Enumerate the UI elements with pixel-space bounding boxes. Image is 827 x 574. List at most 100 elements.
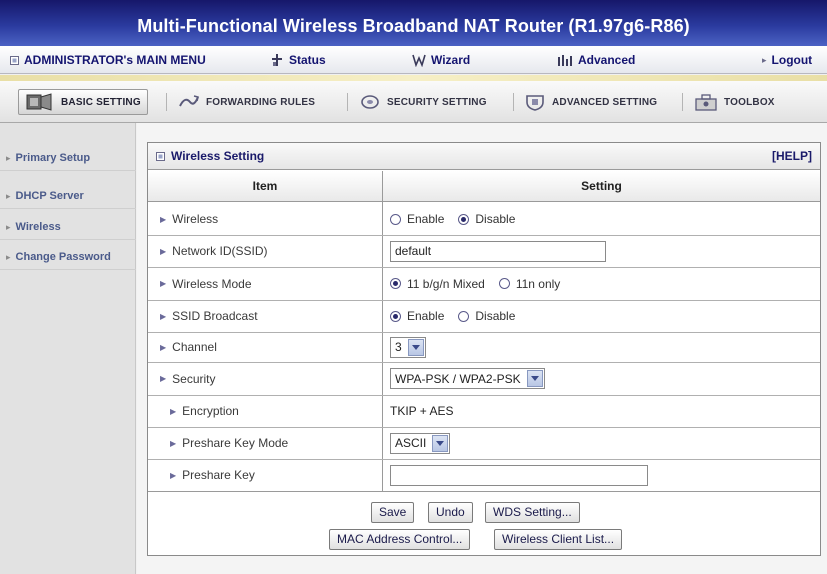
broadcast-enable-radio[interactable] (390, 310, 401, 322)
panel-title-text: Wireless Setting (171, 149, 265, 163)
ssid-input[interactable]: default (390, 240, 606, 262)
row-arrow-icon: ▶ (160, 374, 167, 383)
admin-main-menu-link[interactable]: ADMINISTRATOR's MAIN MENU (10, 46, 206, 74)
column-header-setting: Setting (383, 171, 820, 202)
wds-setting-button[interactable]: WDS Setting... (485, 502, 580, 523)
square-bullet-icon (10, 55, 19, 65)
wireless-mode-group: 11 b/g/n Mixed 11n only (390, 267, 810, 300)
row-label: Security (172, 371, 216, 386)
radio-label: 11 b/g/n Mixed (407, 276, 485, 291)
radio-label: Enable (407, 212, 445, 226)
sidebar-item-change-password[interactable]: ▸ Change Password (0, 245, 136, 270)
wizard-link[interactable]: Wizard (412, 46, 470, 74)
logout-link[interactable]: ▸ Logout (762, 46, 812, 74)
row-arrow-icon: ▶ (160, 246, 167, 256)
help-link[interactable]: [HELP] (772, 143, 812, 170)
mode-mixed-radio[interactable] (390, 278, 401, 289)
preshare-key-input[interactable] (390, 464, 648, 486)
radio-label: Enable (407, 309, 445, 323)
row-arrow-icon: ▶ (160, 279, 167, 288)
tab-row: BASIC SETTING FORWARDING RULES SECURITY … (0, 81, 827, 123)
select-value: ASCII (395, 436, 427, 450)
advanced-icon (558, 55, 572, 66)
row-label: Wireless Mode (172, 276, 252, 291)
radio-label: Disable (475, 309, 516, 323)
tab-divider (682, 93, 683, 111)
table-row-label-preshare-key: ▶ Preshare Key (148, 459, 382, 491)
logout-arrow-icon: ▸ (762, 55, 767, 65)
row-arrow-icon: ▶ (160, 311, 167, 321)
security-select[interactable]: WPA-PSK / WPA2-PSK (390, 368, 545, 389)
row-arrow-icon: ▶ (170, 438, 177, 448)
security-cell: WPA-PSK / WPA2-PSK (390, 362, 810, 395)
row-arrow-icon: ▶ (170, 406, 177, 416)
wizard-label: Wizard (431, 53, 471, 67)
table-row-label-security: ▶ Security (148, 362, 382, 395)
sidebar-arrow-icon: ▸ (6, 221, 11, 232)
status-link[interactable]: Status (270, 46, 326, 74)
mode-11n-only-radio[interactable] (498, 278, 510, 289)
channel-select[interactable]: 3 (390, 336, 426, 358)
tab-divider (513, 93, 514, 111)
title-banner: Multi-Functional Wireless Broadband NAT … (0, 0, 827, 46)
row-arrow-icon: ▶ (160, 342, 167, 352)
sidebar-arrow-icon: ▸ (6, 251, 11, 262)
undo-button[interactable]: Undo (428, 502, 473, 523)
tab-forwarding-rules-label: FORWARDING RULES (206, 96, 316, 108)
sidebar: ▸ Primary Setup ▸ DHCP Server ▸ Wireless… (0, 123, 136, 574)
square-bullet-icon (156, 152, 165, 161)
admin-main-menu-label: ADMINISTRATOR's MAIN MENU (24, 53, 206, 67)
top-menu-bar: ADMINISTRATOR's MAIN MENU Status Wizard … (0, 46, 827, 74)
row-label: Preshare Key Mode (182, 436, 289, 450)
panel-header: Wireless Setting [HELP] (148, 143, 820, 170)
basic-setting-icon (26, 93, 52, 111)
forwarding-rules-icon (179, 95, 199, 107)
advanced-link[interactable]: Advanced (557, 46, 635, 74)
row-arrow-icon: ▶ (170, 470, 177, 480)
radio-label: 11n only (515, 276, 561, 291)
sidebar-arrow-icon: ▸ (6, 152, 11, 163)
page-title: Multi-Functional Wireless Broadband NAT … (137, 16, 690, 36)
tab-advanced-setting[interactable]: ADVANCED SETTING (518, 89, 663, 115)
sidebar-item-label: Change Password (15, 251, 111, 263)
save-button[interactable]: Save (371, 502, 415, 523)
table-row-label-wireless: ▶ Wireless (148, 203, 382, 235)
column-header-item: Item (148, 171, 382, 202)
button-area: Save Undo WDS Setting... MAC Address Con… (148, 491, 820, 555)
table-row-label-encryption: ▶ Encryption (148, 395, 382, 427)
mac-address-control-button[interactable]: MAC Address Control... (329, 529, 471, 550)
broadcast-disable-radio[interactable] (458, 310, 470, 322)
wireless-toggle-group: Enable Disable (390, 203, 810, 235)
panel-title: Wireless Setting (156, 143, 264, 170)
wireless-enable-radio[interactable] (390, 213, 401, 225)
wireless-disable-radio[interactable] (458, 213, 470, 225)
select-value: 3 (395, 340, 402, 354)
table-row-label-ssid: ▶ Network ID(SSID) (148, 235, 382, 267)
table-row-label-key-mode: ▶ Preshare Key Mode (148, 427, 382, 459)
ssid-broadcast-group: Enable Disable (390, 300, 810, 332)
table-row-label-ssid-broadcast: ▶ SSID Broadcast (148, 300, 382, 332)
tab-security-setting-label: SECURITY SETTING (387, 96, 487, 108)
tab-forwarding-rules[interactable]: FORWARDING RULES (172, 89, 321, 115)
sidebar-item-label: Primary Setup (15, 152, 91, 164)
key-mode-select[interactable]: ASCII (390, 432, 451, 454)
row-label: Channel (172, 340, 217, 354)
select-value: WPA-PSK / WPA2-PSK (395, 371, 521, 386)
tab-toolbox[interactable]: TOOLBOX (688, 89, 781, 115)
sidebar-item-dhcp-server[interactable]: ▸ DHCP Server (0, 184, 136, 209)
advanced-label: Advanced (578, 53, 636, 67)
row-label: Wireless (172, 212, 219, 226)
tab-security-setting[interactable]: SECURITY SETTING (353, 89, 493, 115)
channel-cell: 3 (390, 332, 810, 362)
sidebar-item-wireless[interactable]: ▸ Wireless (0, 215, 136, 240)
sidebar-item-primary-setup[interactable]: ▸ Primary Setup (0, 146, 136, 171)
chevron-down-icon (432, 434, 449, 452)
toolbox-icon (695, 94, 717, 111)
wireless-client-list-button[interactable]: Wireless Client List... (494, 529, 623, 550)
key-mode-cell: ASCII (390, 427, 810, 459)
tab-advanced-setting-label: ADVANCED SETTING (552, 96, 658, 108)
tab-basic-setting[interactable]: BASIC SETTING (18, 89, 148, 115)
radio-label: Disable (475, 212, 516, 226)
status-icon (272, 54, 282, 66)
advanced-setting-icon (526, 95, 544, 111)
